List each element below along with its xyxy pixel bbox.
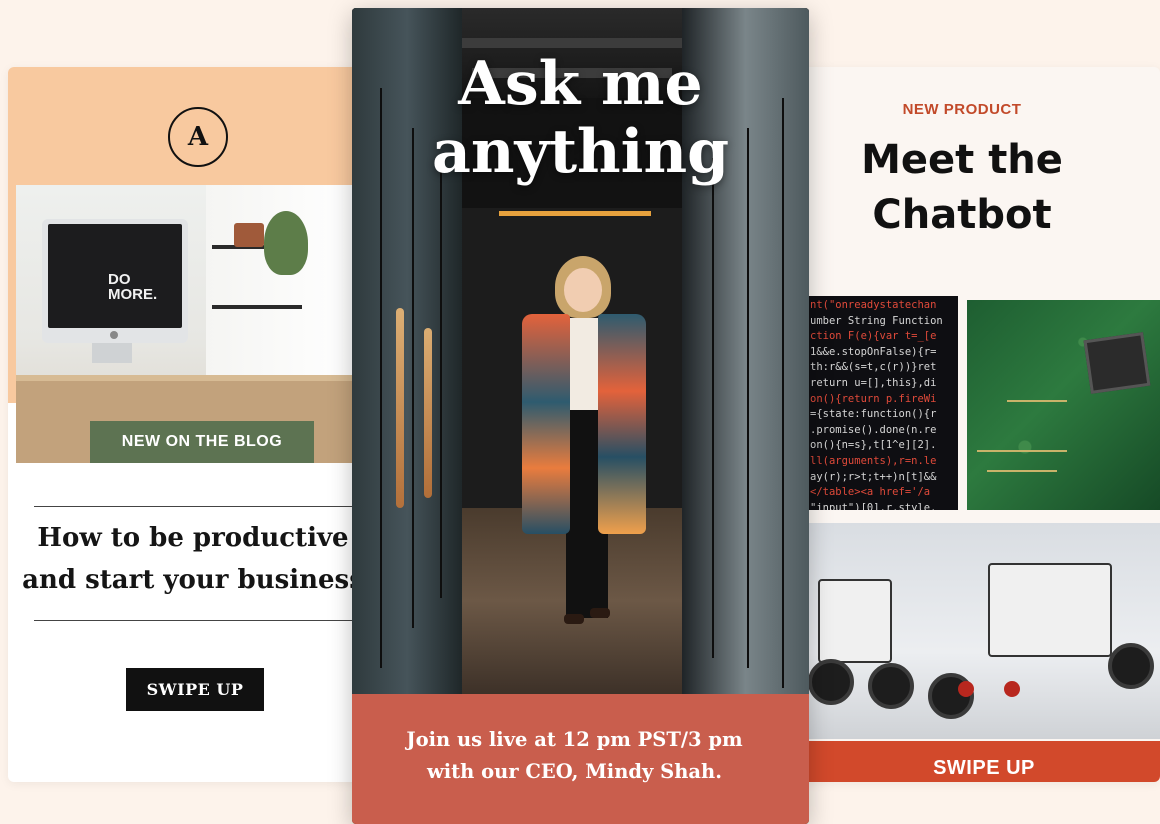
monitor-stand <box>92 343 132 363</box>
photo-plant <box>264 211 308 275</box>
circuit-trace <box>1007 400 1067 402</box>
light-strip <box>396 308 404 508</box>
hallway-photo: Ask me anything <box>352 8 809 694</box>
person-coat-left <box>522 314 570 534</box>
heading-line-1: How to be productive <box>37 523 349 553</box>
photo-pot <box>234 223 264 247</box>
robot-wheel <box>868 663 914 709</box>
robot-eye <box>1004 681 1020 697</box>
code-line: ={state:function(){r <box>810 408 937 421</box>
speaker-portrait <box>512 248 662 688</box>
swipe-up-button[interactable]: SWIPE UP <box>808 741 1160 782</box>
robot-wheel <box>808 659 854 705</box>
circuit-trace <box>977 450 1067 452</box>
light-strip <box>424 328 432 498</box>
code-line: "input")[0],r.style. <box>810 501 937 510</box>
monitor: DO MORE. <box>42 219 188 343</box>
apple-logo-icon <box>110 331 118 339</box>
window-frame <box>440 158 442 598</box>
circuit-trace <box>987 470 1057 472</box>
ama-title: Ask me anything <box>352 50 809 186</box>
monitor-screen-text: DO MORE. <box>108 271 158 303</box>
person-shoe <box>564 614 584 624</box>
new-on-blog-badge: NEW ON THE BLOG <box>90 421 314 463</box>
title-accent-bar <box>499 211 651 216</box>
photo-shelf <box>212 305 302 309</box>
event-info-line-2: with our CEO, Mindy Shah. <box>426 760 722 783</box>
blog-story-card[interactable]: A DO MORE. NEW ON THE BLOG How to be pro… <box>8 67 360 782</box>
code-screenshot: nt("onreadystatechan umber String Functio… <box>808 296 958 510</box>
swipe-up-button[interactable]: SWIPE UP <box>126 668 264 711</box>
code-line: 1&&e.stopOnFalse){r= <box>810 345 937 358</box>
bottom-divider <box>34 620 360 621</box>
processor-chip <box>1083 332 1151 394</box>
product-title: Meet the Chatbot <box>830 133 1094 243</box>
code-line: ction F(e){var t=_[e <box>810 330 937 343</box>
title-line-2: anything <box>431 117 730 187</box>
heading-line-2: and start your business <box>22 565 360 595</box>
monitor-screen: DO MORE. <box>48 224 182 328</box>
ceiling-beam <box>452 38 692 48</box>
product-story-card[interactable]: NEW PRODUCT Meet the Chatbot nt("onready… <box>800 67 1160 782</box>
person-coat-right <box>598 314 646 534</box>
circuit-board-photo <box>967 300 1160 510</box>
top-divider <box>34 506 360 507</box>
title-line-1: Meet the <box>861 137 1063 183</box>
title-line-2: Chatbot <box>872 192 1052 238</box>
robot-wheel <box>1108 643 1154 689</box>
code-line: ay(r);r>t;t++)n[t]&& <box>810 470 937 483</box>
code-line: return u=[],this},di <box>810 376 937 389</box>
blog-post-heading: How to be productive and start your busi… <box>8 517 360 601</box>
window-frame <box>747 128 749 668</box>
event-info-footer: Join us live at 12 pm PST/3 pm with our … <box>352 694 809 824</box>
robot-eye <box>958 681 974 697</box>
code-line: .promise().done(n.re <box>810 423 937 436</box>
window-frame <box>412 128 414 628</box>
code-line: umber String Function <box>810 314 943 327</box>
person-shoe <box>590 608 610 618</box>
new-product-label: NEW PRODUCT <box>902 101 1022 118</box>
window-frame <box>712 158 714 658</box>
code-line: th:r&&(s=t,c(r))}ret <box>810 361 937 374</box>
brand-monogram-logo: A <box>168 107 228 167</box>
code-line: </table><a href='/a <box>810 486 931 499</box>
code-line: nt("onreadystatechan <box>810 299 937 311</box>
event-info-line-1: Join us live at 12 pm PST/3 pm <box>406 728 743 751</box>
robot <box>988 563 1112 657</box>
code-line: ll(arguments),r=n.le <box>810 454 937 467</box>
event-info-text: Join us live at 12 pm PST/3 pm with our … <box>352 724 797 788</box>
title-line-1: Ask me <box>458 49 703 119</box>
window-frame <box>782 98 784 688</box>
robot <box>818 579 892 663</box>
code-line: on(){n=s},t[1^e][2]. <box>810 439 937 452</box>
ama-story-card[interactable]: Ask me anything Join us live at 12 pm PS… <box>352 8 809 824</box>
code-line: on(){return p.fireWi <box>810 392 937 405</box>
person-face <box>564 268 602 312</box>
robots-photo <box>808 523 1160 739</box>
